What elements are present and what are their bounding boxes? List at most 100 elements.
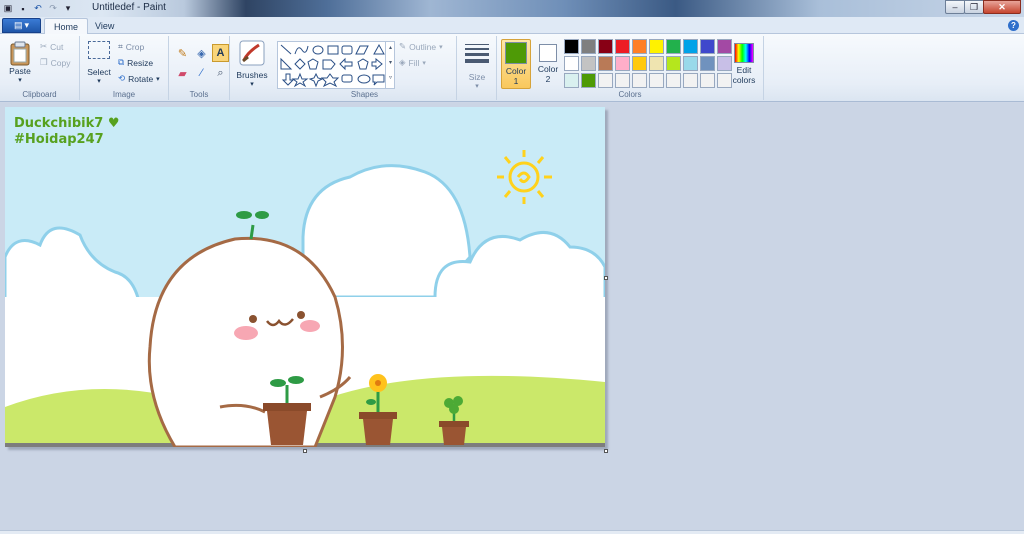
status-bar — [0, 530, 1024, 534]
fill-bucket-icon: ◈ — [399, 57, 406, 67]
color2-button[interactable]: Color 2 — [533, 39, 563, 89]
drawing-canvas[interactable]: Duckchibik7 ♥ #Hoidap247 — [5, 107, 605, 447]
palette-color-swatch[interactable] — [615, 39, 630, 54]
rotate-label: Rotate — [128, 73, 154, 84]
palette-color-swatch[interactable] — [683, 56, 698, 71]
save-icon[interactable]: ▪ — [17, 3, 29, 15]
palette-color-swatch[interactable] — [700, 73, 715, 88]
shapes-gallery[interactable] — [277, 41, 395, 89]
palette-color-swatch[interactable] — [683, 73, 698, 88]
palette-color-swatch[interactable] — [649, 56, 664, 71]
size-button[interactable]: Size ▾ — [462, 41, 492, 90]
palette-color-swatch[interactable] — [581, 56, 596, 71]
paste-label: Paste — [9, 66, 31, 76]
title-bar: ▣ ▪ ↶ ↷ ▾ Untitledef - Paint – ❐ ✕ — [0, 0, 1024, 17]
palette-color-swatch[interactable] — [581, 39, 596, 54]
minimize-button[interactable]: – — [945, 0, 965, 14]
copy-icon: ❐ — [40, 57, 48, 67]
resize-button[interactable]: ⧉ Resize — [118, 57, 153, 68]
palette-color-swatch[interactable] — [700, 56, 715, 71]
palette-color-swatch[interactable] — [717, 56, 732, 71]
text-tool-icon[interactable]: A — [212, 44, 229, 62]
canvas-resize-handle-bottom[interactable] — [303, 449, 307, 453]
select-label: Select — [87, 67, 111, 77]
paint-app-icon[interactable]: ▣ — [2, 3, 14, 15]
undo-icon[interactable]: ↶ — [32, 3, 44, 15]
tab-home[interactable]: Home — [44, 18, 89, 34]
close-button[interactable]: ✕ — [983, 0, 1021, 14]
color1-label: Color — [505, 66, 527, 76]
redo-icon[interactable]: ↷ — [47, 3, 59, 15]
color1-button[interactable]: Color 1 — [501, 39, 531, 89]
copy-label: Copy — [50, 57, 71, 68]
outline-button[interactable]: ✎ Outline ▾ — [399, 41, 443, 52]
pencil-icon[interactable]: ✎ — [174, 44, 191, 62]
menu-icon: ▤ — [13, 20, 23, 30]
resize-icon: ⧉ — [118, 57, 125, 67]
palette-color-swatch[interactable] — [615, 73, 630, 88]
shapes-scrollbar[interactable]: ▴ ▾ ▿ — [385, 41, 395, 89]
outline-label: Outline — [409, 41, 437, 52]
palette-color-swatch[interactable] — [581, 73, 596, 88]
palette-color-swatch[interactable] — [666, 73, 681, 88]
copy-button[interactable]: ❐ Copy — [40, 57, 70, 68]
edit-colors-label: Edit — [736, 65, 752, 75]
resize-label: Resize — [127, 57, 154, 68]
cut-label: Cut — [50, 41, 64, 52]
chevron-down-icon: ▾ — [97, 78, 101, 85]
palette-color-swatch[interactable] — [666, 39, 681, 54]
palette-color-swatch[interactable] — [615, 56, 630, 71]
canvas-resize-handle-corner[interactable] — [604, 449, 608, 453]
size-label: Size — [468, 72, 486, 82]
tab-view[interactable]: View — [86, 18, 123, 34]
brush-icon — [239, 40, 265, 66]
cut-button[interactable]: ✂ Cut — [40, 41, 63, 52]
palette-color-swatch[interactable] — [564, 56, 579, 71]
clipboard-icon — [10, 41, 30, 66]
image-group: Select ▾ ⌗ Crop ⧉ Resize ⟲ Rotate ▾ Image — [80, 36, 169, 100]
canvas-resize-handle-right[interactable] — [604, 276, 608, 280]
palette-color-swatch[interactable] — [564, 39, 579, 54]
palette-color-swatch[interactable] — [717, 39, 732, 54]
palette-color-swatch[interactable] — [632, 56, 647, 71]
fill-bucket-icon[interactable]: ◈ — [193, 44, 210, 62]
color2-label: Color — [537, 64, 559, 74]
magnifier-icon[interactable]: ⌕ — [212, 64, 229, 82]
help-icon[interactable]: ? — [1008, 20, 1019, 31]
maximize-button[interactable]: ❐ — [964, 0, 984, 14]
palette-color-swatch[interactable] — [666, 56, 681, 71]
crop-button[interactable]: ⌗ Crop — [118, 41, 144, 52]
ribbon: Paste ▾ ✂ Cut ❐ Copy Clipboard Select ▾ ⌗ C… — [0, 34, 1024, 102]
paint-menu-button[interactable]: ▤ ▾ — [2, 18, 41, 33]
palette-color-swatch[interactable] — [598, 39, 613, 54]
fill-label: Fill — [408, 57, 420, 68]
rotate-button[interactable]: ⟲ Rotate ▾ — [118, 73, 160, 84]
palette-color-swatch[interactable] — [649, 39, 664, 54]
colors-group-label: Colors — [618, 90, 642, 99]
palette-color-swatch[interactable] — [700, 39, 715, 54]
palette-color-swatch[interactable] — [598, 56, 613, 71]
paste-button[interactable]: Paste ▾ — [6, 40, 34, 84]
brushes-group: Brushes ▾ — [230, 36, 273, 100]
eraser-icon[interactable]: ▰ — [174, 64, 191, 82]
canvas-artwork — [5, 150, 605, 447]
palette-color-swatch[interactable] — [632, 39, 647, 54]
crop-label: Crop — [125, 41, 145, 52]
color-palette — [564, 39, 733, 89]
edit-colors-button[interactable]: Edit colors — [730, 39, 758, 89]
palette-color-swatch[interactable] — [598, 73, 613, 88]
size-group: Size ▾ — [457, 36, 497, 100]
palette-color-swatch[interactable] — [564, 73, 579, 88]
palette-color-swatch[interactable] — [649, 73, 664, 88]
ribbon-tab-row: ▤ ▾ Home View ? — [0, 17, 1024, 34]
color-spectrum-icon — [734, 43, 754, 63]
palette-color-swatch[interactable] — [717, 73, 732, 88]
color-picker-icon[interactable]: ⁄ — [193, 64, 210, 82]
palette-color-swatch[interactable] — [632, 73, 647, 88]
customize-toolbar-icon[interactable]: ▾ — [62, 3, 74, 15]
shapes-group: ▴ ▾ ▿ ✎ Outline ▾ ◈ Fill ▾ Shapes — [273, 36, 457, 100]
palette-color-swatch[interactable] — [683, 39, 698, 54]
brushes-button[interactable]: Brushes ▾ — [235, 40, 269, 88]
fill-button[interactable]: ◈ Fill ▾ — [399, 57, 426, 68]
select-button[interactable]: Select ▾ — [85, 41, 113, 85]
